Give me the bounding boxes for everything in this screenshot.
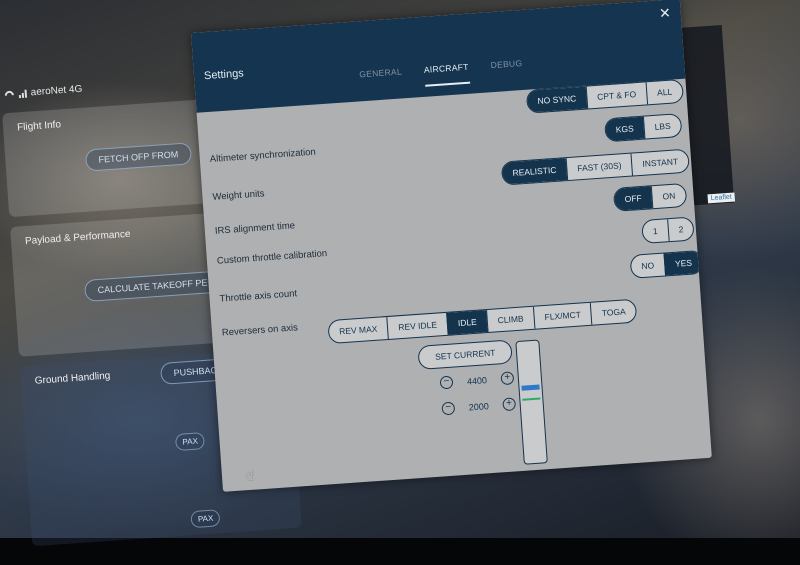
detent-climb[interactable]: CLIMB — [485, 306, 535, 333]
option-lbs[interactable]: LBS — [642, 114, 682, 139]
upper-detent-stepper: − 4400 + — [439, 371, 515, 390]
option-cpt-fo[interactable]: CPT & FO — [585, 82, 647, 109]
tab-general[interactable]: GENERAL — [359, 66, 403, 91]
upper-detent-value: 4400 — [466, 374, 488, 387]
axis-lower-marker — [522, 397, 541, 401]
set-current-button[interactable]: SET CURRENT — [417, 339, 514, 370]
flight-info-title: Flight Info — [16, 119, 62, 134]
lower-detent-stepper: − 2000 + — [441, 397, 517, 416]
decrement-lower-button[interactable]: − — [441, 401, 456, 416]
settings-dialog: Settings GENERAL AIRCRAFT DEBUG ✕ Altime… — [191, 0, 712, 492]
dialog-body: Altimeter synchronization Weight units I… — [197, 78, 712, 492]
weight-units-toggle: KGS LBS — [603, 113, 683, 143]
irs-alignment-toggle: REALISTIC FAST (30S) INSTANT — [500, 148, 690, 186]
ground-handling-title: Ground Handling — [34, 370, 111, 387]
axis-upper-marker — [521, 384, 540, 391]
option-realistic[interactable]: REALISTIC — [501, 158, 568, 185]
option-on[interactable]: ON — [650, 183, 687, 209]
throttle-calibration-label: Custom throttle calibration — [216, 248, 328, 267]
calculate-takeoff-button[interactable]: CALCULATE TAKEOFF PE — [83, 270, 222, 303]
option-off[interactable]: OFF — [613, 186, 653, 211]
option-axis-2[interactable]: 2 — [666, 217, 695, 242]
increment-upper-button[interactable]: + — [500, 371, 515, 386]
lower-detent-value: 2000 — [468, 400, 490, 413]
pax-button[interactable]: PAX — [190, 509, 221, 529]
pax-button[interactable]: PAX — [174, 432, 206, 452]
detent-selector: REV MAX REV IDLE IDLE CLIMB FLX/MCT TOGA — [327, 298, 638, 345]
option-no[interactable]: NO — [631, 254, 665, 278]
detent-rev-max[interactable]: REV MAX — [328, 317, 388, 343]
throttle-axis-indicator — [515, 339, 548, 465]
throttle-axis-count-toggle: 1 2 — [641, 216, 696, 244]
decrement-upper-button[interactable]: − — [439, 375, 454, 390]
option-fast-30s[interactable]: FAST (30S) — [565, 153, 633, 181]
detent-idle[interactable]: IDLE — [446, 310, 488, 335]
option-no-sync[interactable]: NO SYNC — [526, 86, 587, 113]
close-icon[interactable]: ✕ — [658, 5, 671, 22]
tab-aircraft[interactable]: AIRCRAFT — [423, 61, 470, 87]
increment-lower-button[interactable]: + — [502, 397, 517, 412]
settings-tabs: GENERAL AIRCRAFT DEBUG — [359, 58, 524, 91]
option-axis-1[interactable]: 1 — [642, 219, 668, 243]
status-bar: aeroNet 4G — [4, 83, 83, 100]
dialog-title: Settings — [203, 67, 245, 83]
tab-debug[interactable]: DEBUG — [490, 58, 523, 82]
irs-alignment-label: IRS alignment time — [214, 220, 296, 237]
map-attribution[interactable]: Leaflet — [707, 192, 736, 204]
detent-toga[interactable]: TOGA — [590, 299, 637, 325]
throttle-axis-count-label: Throttle axis count — [219, 288, 298, 305]
throttle-calibration-toggle: OFF ON — [612, 182, 688, 212]
reversers-label: Reversers on axis — [221, 322, 299, 339]
signal-icon — [18, 89, 28, 98]
detent-flx-mct[interactable]: FLX/MCT — [532, 302, 592, 329]
altimeter-sync-label: Altimeter synchronization — [209, 146, 317, 165]
detent-rev-idle[interactable]: REV IDLE — [386, 312, 448, 339]
payload-title: Payload & Performance — [24, 228, 131, 248]
option-kgs[interactable]: KGS — [605, 116, 645, 142]
option-yes[interactable]: YES — [663, 250, 703, 276]
weight-units-label: Weight units — [212, 188, 265, 203]
wifi-icon — [5, 90, 16, 99]
fetch-ofp-button[interactable]: FETCH OFP FROM — [84, 142, 192, 172]
reversers-toggle: NO YES — [629, 249, 704, 279]
settings-dialog-wrapper: Settings GENERAL AIRCRAFT DEBUG ✕ Altime… — [191, 0, 712, 492]
option-instant[interactable]: INSTANT — [630, 149, 689, 176]
network-name: aeroNet 4G — [30, 83, 83, 99]
option-all[interactable]: ALL — [645, 79, 683, 105]
